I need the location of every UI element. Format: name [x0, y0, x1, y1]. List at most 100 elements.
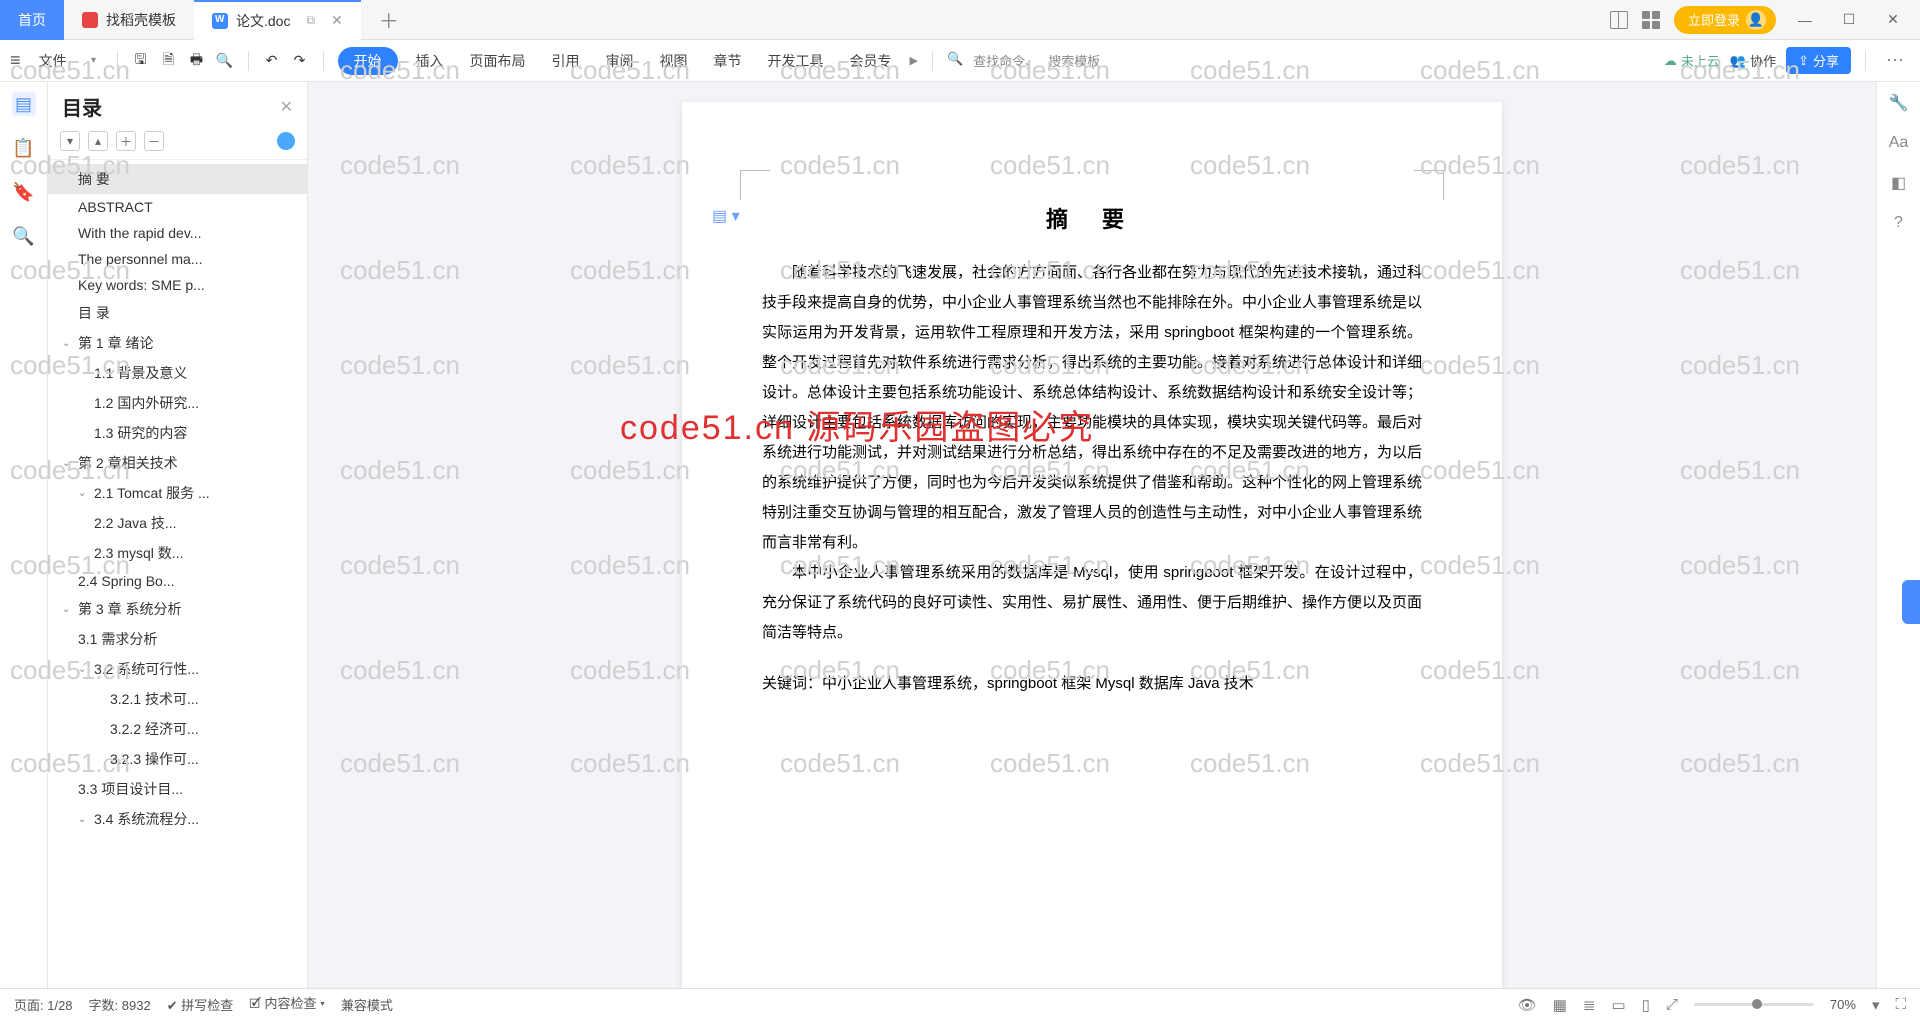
save-icon[interactable]: 🖫: [132, 52, 150, 70]
content-check[interactable]: 🗹 内容检查 ▾: [249, 993, 325, 1017]
undo-icon[interactable]: ↶: [263, 52, 281, 70]
fullscreen-icon[interactable]: ⛶: [1895, 996, 1906, 1013]
save-as-icon[interactable]: 🗎: [160, 52, 178, 70]
close-window-button[interactable]: ✕: [1878, 5, 1908, 35]
tab-add[interactable]: ＋: [361, 0, 417, 40]
maximize-button[interactable]: ☐: [1834, 5, 1864, 35]
toc-item[interactable]: 1.1 背景及意义: [48, 358, 307, 388]
tab-templates[interactable]: 找稻壳模板: [64, 0, 194, 40]
share-button[interactable]: ⇪ 分享: [1786, 47, 1851, 74]
more-icon[interactable]: ⋯: [1880, 50, 1910, 71]
toc-item[interactable]: ⌄2.1 Tomcat 服务 ...: [48, 478, 307, 508]
tools-icon[interactable]: 🔧: [1888, 92, 1910, 114]
redo-icon[interactable]: ↷: [291, 52, 309, 70]
menu-references[interactable]: 引用: [544, 47, 588, 75]
collab-button[interactable]: 👥 协作: [1730, 51, 1776, 70]
start-tab[interactable]: 开始: [338, 47, 398, 75]
apps-icon[interactable]: [1642, 11, 1660, 29]
toc-item[interactable]: 3.3 项目设计目...: [48, 774, 307, 804]
page-marker-icon[interactable]: ▤ ▾: [712, 206, 740, 226]
zoom-slider[interactable]: [1694, 1003, 1814, 1006]
word-count[interactable]: 字数: 8932: [89, 995, 151, 1014]
menu-member[interactable]: 会员专: [842, 47, 900, 75]
popout-icon[interactable]: ⧉: [306, 13, 315, 28]
menu-icon[interactable]: ≡: [10, 50, 21, 71]
layout-outline-icon[interactable]: ≣: [1583, 996, 1596, 1014]
toc-item[interactable]: 3.2.3 操作可...: [48, 744, 307, 774]
clipboard-icon[interactable]: 📋: [12, 136, 36, 160]
help-icon[interactable]: ?: [1888, 212, 1910, 234]
command-search[interactable]: 🔍 查找命令、 搜索模板: [947, 51, 1100, 70]
toc-item[interactable]: ⌄第 3 章 系统分析: [48, 594, 307, 624]
close-icon[interactable]: ✕: [331, 12, 343, 29]
print-preview-icon[interactable]: 🔍: [216, 52, 234, 70]
menu-review[interactable]: 审阅: [598, 47, 642, 75]
add-heading-icon[interactable]: ＋: [116, 131, 136, 151]
collapse-all-icon[interactable]: ▾: [60, 131, 80, 151]
chevron-down-icon[interactable]: ⌄: [78, 488, 90, 499]
toc-item[interactable]: 目 录: [48, 298, 307, 328]
menu-page-layout[interactable]: 页面布局: [462, 47, 534, 75]
chevron-down-icon[interactable]: ⌄: [78, 664, 90, 675]
toc-item[interactable]: With the rapid dev...: [48, 220, 307, 246]
outline-icon[interactable]: ▤: [12, 92, 36, 116]
layout-web-icon[interactable]: ▯: [1642, 996, 1650, 1014]
toc-item[interactable]: 3.1 需求分析: [48, 624, 307, 654]
toc-item[interactable]: 2.2 Java 技...: [48, 508, 307, 538]
chevron-down-icon[interactable]: ⌄: [62, 458, 74, 469]
toc-item[interactable]: The personnel ma...: [48, 246, 307, 272]
menu-devtools[interactable]: 开发工具: [760, 47, 832, 75]
styles-icon[interactable]: Aa: [1888, 132, 1910, 154]
zoom-thumb[interactable]: [1752, 999, 1762, 1009]
chevron-down-icon[interactable]: ⌄: [62, 338, 74, 349]
toc-item[interactable]: Key words: SME p...: [48, 272, 307, 298]
minimize-button[interactable]: —: [1790, 5, 1820, 35]
toc-close-icon[interactable]: ✕: [280, 97, 293, 117]
chevron-right-icon[interactable]: ▶: [910, 54, 918, 67]
zoom-fit-icon[interactable]: ⤢: [1666, 996, 1678, 1013]
toc-item[interactable]: ⌄第 1 章 绪论: [48, 328, 307, 358]
compat-mode[interactable]: 兼容模式: [341, 995, 393, 1014]
toc-item[interactable]: 摘 要: [48, 164, 307, 194]
toc-item[interactable]: ⌄3.2 系统可行性...: [48, 654, 307, 684]
menu-insert[interactable]: 插入: [408, 47, 452, 75]
expand-all-icon[interactable]: ▴: [88, 131, 108, 151]
toc-item[interactable]: 3.2.1 技术可...: [48, 684, 307, 714]
login-button[interactable]: 立即登录 👤: [1674, 6, 1776, 34]
zoom-value[interactable]: 70%: [1830, 997, 1856, 1012]
file-menu[interactable]: 文件: [31, 47, 75, 75]
chevron-down-icon[interactable]: ⌄: [78, 814, 90, 825]
toc-item[interactable]: 2.3 mysql 数...: [48, 538, 307, 568]
search-rail-icon[interactable]: 🔍: [12, 224, 36, 248]
toc-item[interactable]: 1.2 国内外研究...: [48, 388, 307, 418]
layout-read-icon[interactable]: ▭: [1611, 996, 1625, 1014]
chevron-down-icon[interactable]: ⌄: [62, 604, 74, 615]
document-canvas[interactable]: ▤ ▾ 摘 要 随着科学技术的飞速发展，社会的方方面面、各行各业都在努力与现代的…: [308, 82, 1876, 988]
eye-icon[interactable]: 👁: [1518, 996, 1537, 1014]
toc-item[interactable]: ABSTRACT: [48, 194, 307, 220]
print-icon[interactable]: 🖶: [188, 52, 206, 70]
reading-layout-icon[interactable]: [1610, 11, 1628, 29]
side-handle[interactable]: [1902, 580, 1920, 624]
toc-item[interactable]: 1.3 研究的内容: [48, 418, 307, 448]
menu-sections[interactable]: 章节: [706, 47, 750, 75]
cloud-status[interactable]: ☁ 未上云: [1664, 51, 1720, 70]
remove-heading-icon[interactable]: －: [144, 131, 164, 151]
tab-home[interactable]: 首页: [0, 0, 64, 40]
spellcheck-toggle[interactable]: ✔ 拼写检查: [167, 995, 234, 1014]
layout-print-icon[interactable]: ▦: [1553, 996, 1567, 1014]
toc-item[interactable]: 2.4 Spring Bo...: [48, 568, 307, 594]
toc-list[interactable]: 摘 要ABSTRACTWith the rapid dev...The pers…: [48, 160, 307, 988]
bookmark-icon[interactable]: 🔖: [12, 180, 36, 204]
toc-item[interactable]: ⌄3.4 系统流程分...: [48, 804, 307, 834]
zoom-dropdown-icon[interactable]: ▾: [1872, 996, 1880, 1014]
chevron-down-icon[interactable]: ▾: [85, 52, 103, 70]
toc-item[interactable]: 3.2.2 经济可...: [48, 714, 307, 744]
shapes-icon[interactable]: ◧: [1888, 172, 1910, 194]
toc-item[interactable]: ⌄第 2 章相关技术: [48, 448, 307, 478]
page-indicator[interactable]: 页面: 1/28: [14, 995, 73, 1014]
menu-view[interactable]: 视图: [652, 47, 696, 75]
sync-indicator-icon[interactable]: [277, 132, 295, 150]
collab-icon: 👥: [1730, 53, 1746, 69]
tab-document[interactable]: W 论文.doc ⧉ ✕: [194, 0, 361, 40]
